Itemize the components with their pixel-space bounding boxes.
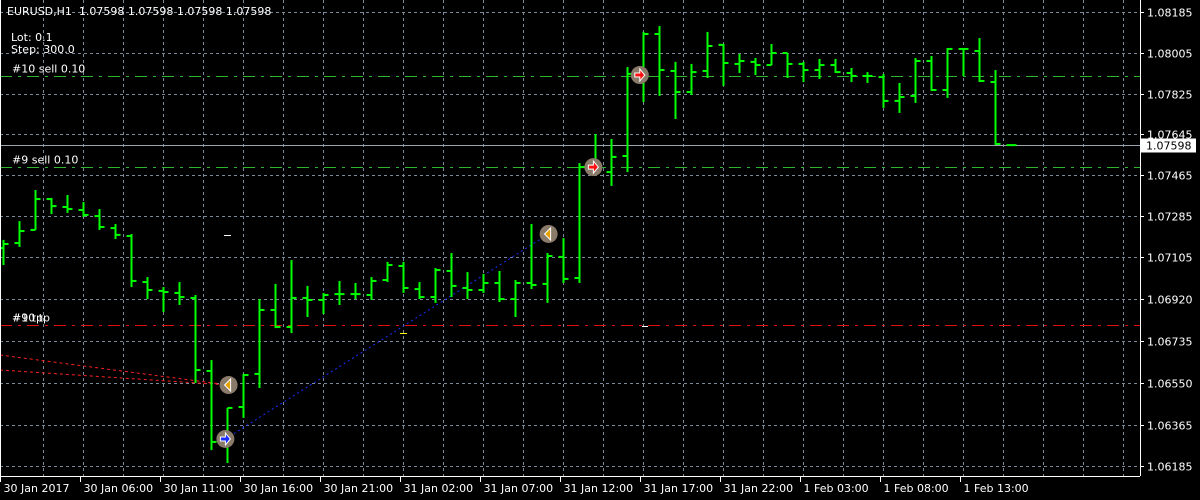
y-tick-label: 1.06735	[1147, 336, 1193, 349]
trade-path-sell	[0, 354, 229, 386]
y-tick-label: 1.06185	[1147, 461, 1193, 474]
x-tick-label: 30 Jan 06:00	[84, 482, 154, 495]
bid-price-label: 1.07598	[1146, 140, 1192, 153]
x-tick-label: 31 Jan 02:00	[404, 482, 474, 495]
x-tick-label: 30 Jan 11:00	[164, 482, 234, 495]
y-tick-label: 1.08185	[1147, 7, 1193, 20]
order-line-label: #9 sell 0.10	[12, 154, 78, 167]
y-tick-label: 1.07825	[1147, 89, 1193, 102]
x-tick-label: 31 Jan 17:00	[644, 482, 714, 495]
x-tick-label: 1 Feb 13:00	[964, 482, 1029, 495]
step-label: Step: 300.0	[11, 43, 75, 56]
x-tick-label: 1 Feb 08:00	[884, 482, 949, 495]
y-tick-label: 1.07285	[1147, 211, 1193, 224]
order-line-label: #10 tp	[12, 312, 50, 325]
y-tick-label: 1.08005	[1147, 48, 1193, 61]
price-chart[interactable]: 1.081851.080051.078251.076451.074651.072…	[0, 0, 1200, 500]
trade-path-sell	[0, 369, 229, 386]
x-tick-label: 1 Feb 03:00	[804, 482, 869, 495]
order-line-label: #10 sell 0.10	[12, 63, 85, 76]
symbol-ohlc-header: EURUSD,H1 1.07598 1.07598 1.07598 1.0759…	[7, 5, 272, 18]
x-tick-label: 31 Jan 22:00	[724, 482, 794, 495]
y-tick-label: 1.06920	[1147, 294, 1193, 307]
y-tick-label: 1.06550	[1147, 378, 1193, 391]
x-tick-label: 30 Jan 21:00	[324, 482, 394, 495]
x-tick-label: 30 Jan 2017	[4, 482, 70, 495]
y-tick-label: 1.07465	[1147, 170, 1193, 183]
y-tick-label: 1.06365	[1147, 420, 1193, 433]
x-tick-label: 31 Jan 12:00	[564, 482, 634, 495]
x-tick-label: 31 Jan 07:00	[484, 482, 554, 495]
x-tick-label: 30 Jan 16:00	[244, 482, 314, 495]
y-tick-label: 1.07105	[1147, 252, 1193, 265]
